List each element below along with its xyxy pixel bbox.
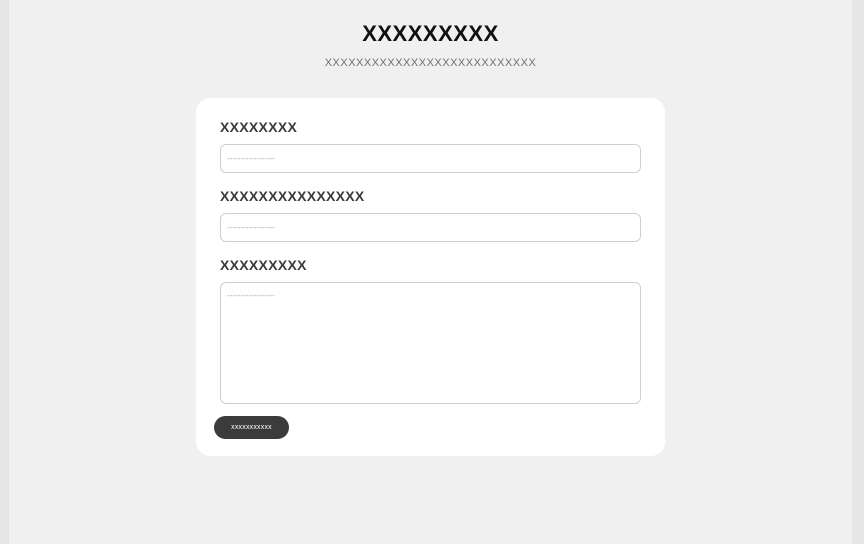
message-textarea[interactable]: [220, 282, 641, 404]
page-container: XXXXXXXXX XXXXXXXXXXXXXXXXXXXXXXXXXXX XX…: [9, 0, 852, 544]
text-input-2[interactable]: [220, 213, 641, 242]
page-header: XXXXXXXXX XXXXXXXXXXXXXXXXXXXXXXXXXXX: [9, 20, 852, 70]
submit-button[interactable]: xxxxxxxxxxx: [214, 416, 289, 439]
field-label-3: XXXXXXXXX: [220, 257, 307, 273]
page-title: XXXXXXXXX: [362, 21, 499, 46]
field-label-1: XXXXXXXX: [220, 119, 298, 135]
page-subtitle: XXXXXXXXXXXXXXXXXXXXXXXXXXX: [324, 57, 537, 69]
field-label-2: XXXXXXXXXXXXXXX: [220, 188, 365, 204]
text-input-1[interactable]: [220, 144, 641, 173]
form-card: XXXXXXXX XXXXXXXXXXXXXXX XXXXXXXXX xxxxx…: [196, 98, 665, 456]
